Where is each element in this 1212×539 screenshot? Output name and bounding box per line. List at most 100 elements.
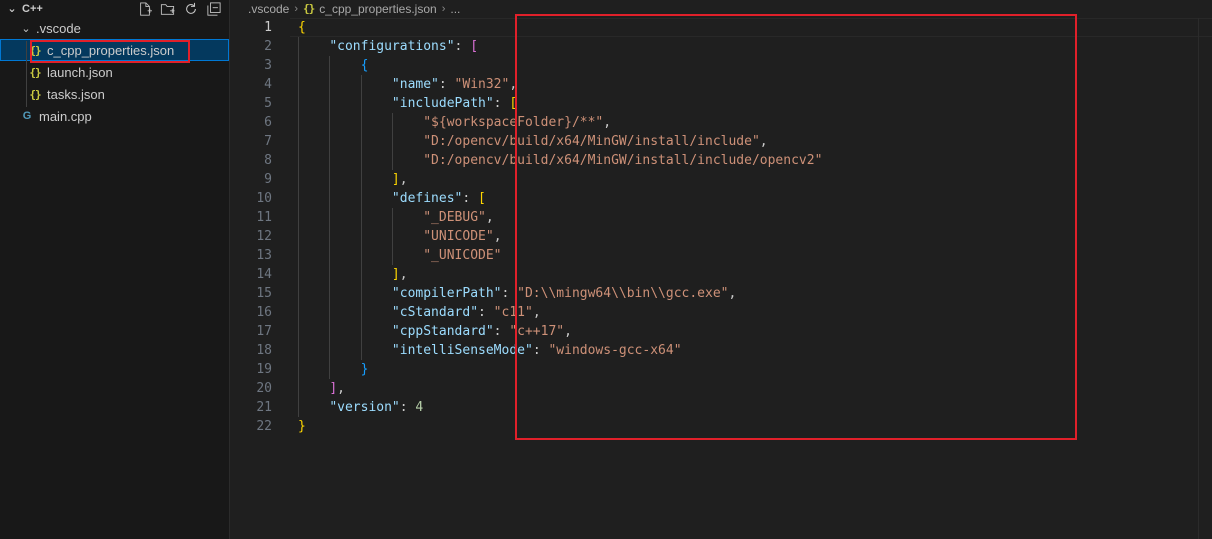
editor-pane[interactable]: .vscode › {} c_cpp_properties.json › ...… [230, 0, 1212, 539]
code-line[interactable]: 10 "defines": [ [230, 189, 1212, 208]
indent-guide [329, 227, 331, 246]
code-text: "cStandard": "c11", [290, 305, 541, 320]
file-item-main-cpp[interactable]: G main.cpp [0, 105, 229, 127]
code-token: : [478, 305, 494, 320]
indent-guide [298, 75, 299, 94]
code-text: "version": 4 [290, 400, 423, 415]
code-text: "${workspaceFolder}/**", [290, 115, 611, 130]
indent-guide [391, 246, 393, 265]
indent-guide [360, 208, 362, 227]
code-line[interactable]: 12 "UNICODE", [230, 227, 1212, 246]
code-token: , [728, 286, 737, 301]
file-item-launch[interactable]: {} launch.json [0, 61, 229, 83]
code-line[interactable]: 6 "${workspaceFolder}/**", [230, 113, 1212, 132]
code-line[interactable]: 1{ [230, 18, 1212, 37]
indent-guide [329, 113, 331, 132]
indent-guide [329, 189, 331, 208]
code-token: , [564, 324, 572, 339]
vertical-scrollbar[interactable] [1198, 18, 1212, 539]
code-line[interactable]: 4 "name": "Win32", [230, 75, 1212, 94]
code-line[interactable]: 14 ], [230, 265, 1212, 284]
code-text: "D:/opencv/build/x64/MinGW/install/inclu… [290, 134, 767, 149]
code-line[interactable]: 2 "configurations": [ [230, 37, 1212, 56]
breadcrumb-file[interactable]: c_cpp_properties.json [319, 2, 436, 16]
indent-guide [298, 379, 299, 398]
code-token: ] [329, 381, 338, 396]
code-token: ] [391, 267, 400, 282]
code-line[interactable]: 20 ], [230, 379, 1212, 398]
indent-guide [298, 284, 299, 303]
chevron-down-icon[interactable]: ⌄ [6, 2, 18, 15]
code-token: { [298, 20, 306, 35]
indent-guide [298, 56, 299, 75]
code-line[interactable]: 21 "version": 4 [230, 398, 1212, 417]
code-text: "defines": [ [290, 191, 486, 206]
indent-guide [360, 189, 362, 208]
code-token: "cStandard" [391, 305, 479, 320]
line-number: 13 [256, 248, 272, 263]
indent-guide [298, 132, 299, 151]
code-line[interactable]: 9 ], [230, 170, 1212, 189]
json-file-icon: {} [303, 2, 315, 15]
file-item-tasks[interactable]: {} tasks.json [0, 83, 229, 105]
new-folder-icon[interactable] [160, 1, 175, 16]
refresh-icon[interactable] [183, 1, 198, 16]
file-label: tasks.json [47, 86, 105, 102]
line-number: 5 [264, 96, 272, 111]
line-number: 7 [264, 134, 272, 149]
code-editor[interactable]: 1{2 "configurations": [3 {4 "name": "Win… [230, 18, 1212, 436]
indent-guide [329, 208, 331, 227]
indent-guide [360, 265, 362, 284]
code-token: , [399, 172, 408, 187]
breadcrumb-more[interactable]: ... [450, 2, 460, 16]
code-line[interactable]: 3 { [230, 56, 1212, 75]
indent-guide [298, 113, 299, 132]
file-item-c-cpp-properties[interactable]: {} c_cpp_properties.json [0, 39, 229, 61]
code-line[interactable]: 19 } [230, 360, 1212, 379]
line-number: 1 [264, 20, 272, 35]
code-token: "D:/opencv/build/x64/MinGW/install/inclu… [423, 134, 760, 149]
line-number: 12 [256, 229, 272, 244]
line-number: 10 [256, 191, 272, 206]
breadcrumb-folder[interactable]: .vscode [248, 2, 289, 16]
line-number: 2 [264, 39, 272, 54]
code-token: "defines" [391, 191, 463, 206]
indent-guide [329, 56, 331, 75]
code-token: [ [509, 96, 518, 111]
indent-guide [360, 170, 362, 189]
indent-guide [298, 265, 299, 284]
code-token: "configurations" [329, 39, 455, 54]
code-line[interactable]: 8 "D:/opencv/build/x64/MinGW/install/inc… [230, 151, 1212, 170]
new-file-icon[interactable] [137, 1, 152, 16]
code-line[interactable]: 11 "_DEBUG", [230, 208, 1212, 227]
code-token: , [509, 77, 518, 92]
indent-guide [329, 94, 331, 113]
code-line[interactable]: 22} [230, 417, 1212, 436]
code-token: : [399, 400, 416, 415]
code-line[interactable]: 5 "includePath": [ [230, 94, 1212, 113]
indent-guide [298, 94, 299, 113]
code-token: [ [478, 191, 486, 206]
code-line[interactable]: 7 "D:/opencv/build/x64/MinGW/install/inc… [230, 132, 1212, 151]
code-text: "includePath": [ [290, 96, 517, 111]
code-token: ] [391, 172, 400, 187]
indent-guide [298, 398, 299, 417]
code-line[interactable]: 16 "cStandard": "c11", [230, 303, 1212, 322]
code-token: : [532, 343, 549, 358]
code-line[interactable]: 13 "_UNICODE" [230, 246, 1212, 265]
file-label: c_cpp_properties.json [47, 42, 175, 58]
vscode-folder[interactable]: ⌄ .vscode [0, 17, 229, 39]
code-line[interactable]: 18 "intelliSenseMode": "windows-gcc-x64" [230, 341, 1212, 360]
indent-guide [360, 341, 362, 360]
indent-guide [329, 151, 331, 170]
code-token: "intelliSenseMode" [391, 343, 533, 358]
line-number: 18 [256, 343, 272, 358]
indent-guide [298, 303, 299, 322]
line-number: 17 [256, 324, 272, 339]
indent-guide [391, 132, 393, 151]
json-file-icon: {} [29, 65, 41, 79]
code-token: "windows-gcc-x64" [548, 343, 682, 358]
code-line[interactable]: 15 "compilerPath": "D:\\mingw64\\bin\\gc… [230, 284, 1212, 303]
code-line[interactable]: 17 "cppStandard": "c++17", [230, 322, 1212, 341]
collapse-all-icon[interactable] [206, 1, 221, 16]
